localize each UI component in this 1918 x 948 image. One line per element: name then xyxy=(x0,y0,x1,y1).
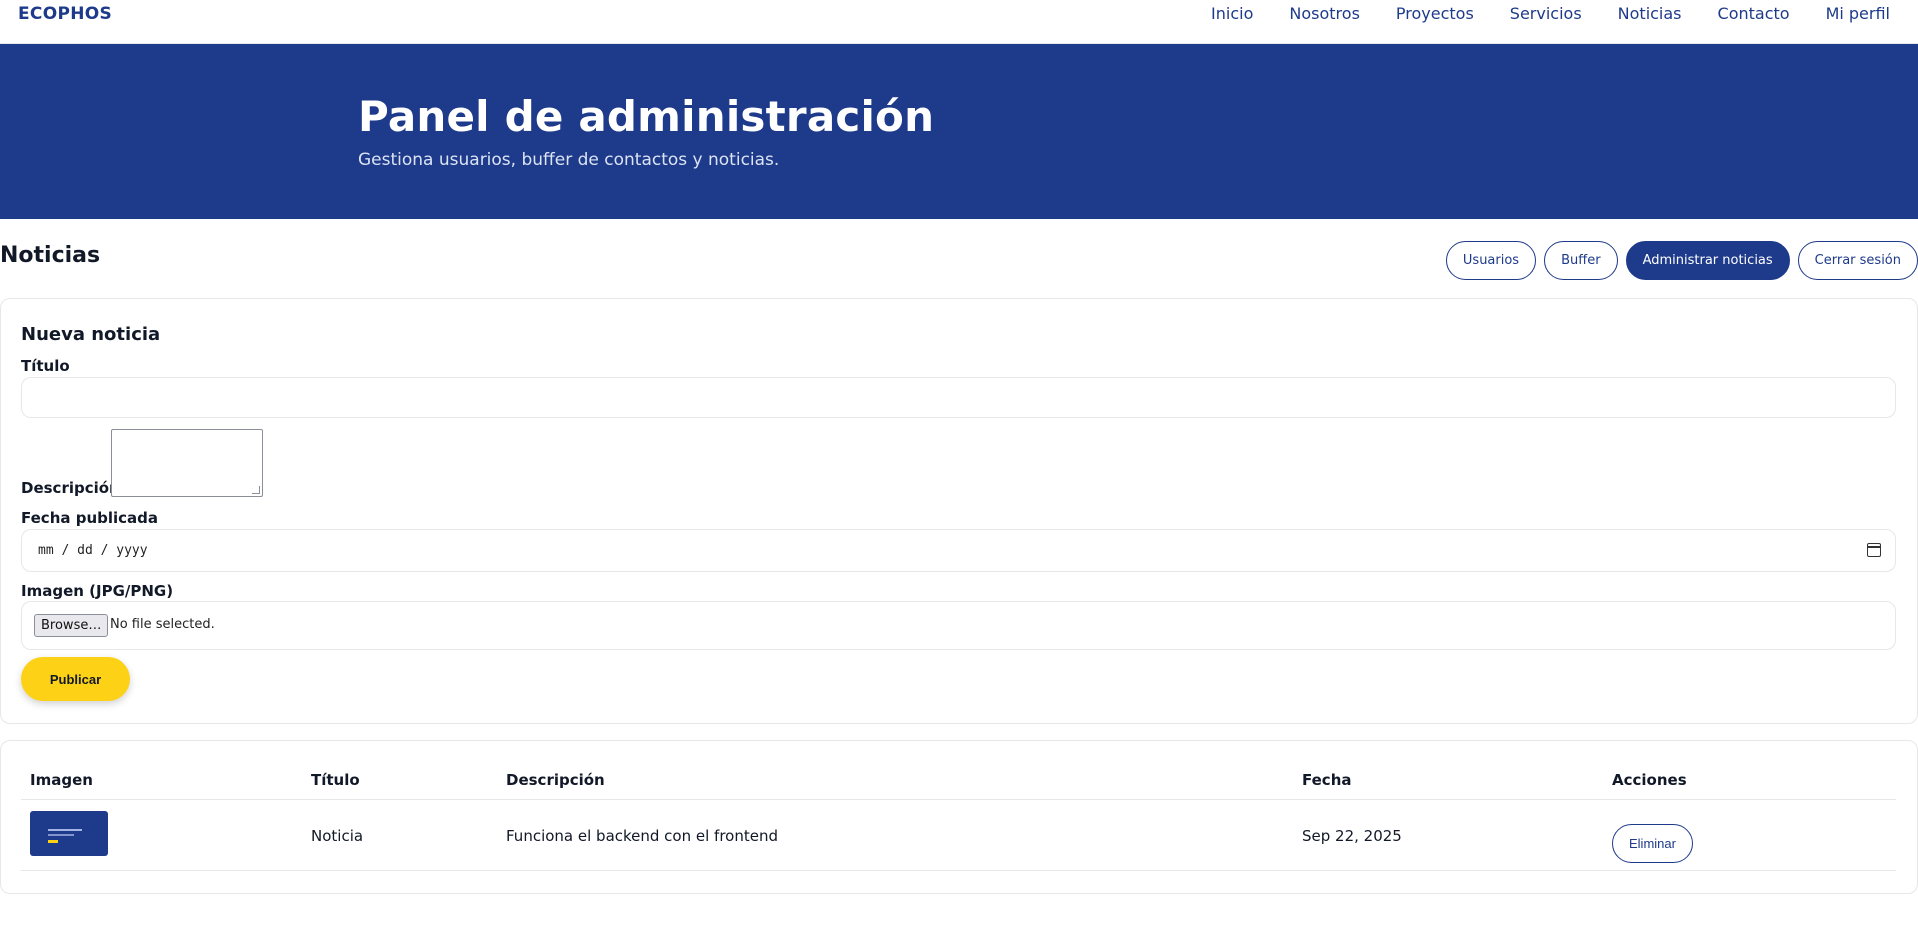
header-descripcion: Descripción xyxy=(506,771,605,789)
resize-handle-icon[interactable] xyxy=(252,486,260,494)
delete-button[interactable]: Eliminar xyxy=(1612,824,1693,863)
nav-link-inicio[interactable]: Inicio xyxy=(1211,4,1253,23)
header-imagen: Imagen xyxy=(30,771,93,789)
header-acciones: Acciones xyxy=(1612,771,1687,789)
brand-logo[interactable]: ECOPHOS xyxy=(18,4,112,24)
image-label: Imagen (JPG/PNG) xyxy=(21,582,174,600)
table-header: Imagen Título Descripción Fecha Acciones xyxy=(21,771,1896,800)
nav-link-noticias[interactable]: Noticias xyxy=(1618,4,1682,23)
table-row: Noticia Funciona el backend con el front… xyxy=(21,801,1896,871)
description-label: Descripción xyxy=(21,479,120,497)
nav-link-servicios[interactable]: Servicios xyxy=(1510,4,1582,23)
page-title: Panel de administración xyxy=(358,92,935,141)
nav-link-nosotros[interactable]: Nosotros xyxy=(1289,4,1360,23)
browse-button[interactable]: Browse… xyxy=(34,614,109,637)
news-table: Imagen Título Descripción Fecha Acciones… xyxy=(0,740,1918,894)
title-input[interactable] xyxy=(21,377,1896,418)
publish-button[interactable]: Publicar xyxy=(21,657,130,701)
header-fecha: Fecha xyxy=(1302,771,1352,789)
file-status: No file selected. xyxy=(110,617,215,632)
row-description: Funciona el backend con el frontend xyxy=(506,827,778,845)
form-heading: Nueva noticia xyxy=(21,324,161,345)
news-thumbnail xyxy=(30,811,108,856)
date-input[interactable]: mm / dd / yyyy xyxy=(21,529,1896,572)
title-label: Título xyxy=(21,357,70,375)
nav-link-mi-perfil[interactable]: Mi perfil xyxy=(1826,4,1890,23)
date-label: Fecha publicada xyxy=(21,509,159,527)
hero-banner: Panel de administración Gestiona usuario… xyxy=(0,44,1918,219)
tab-administrar-noticias[interactable]: Administrar noticias xyxy=(1625,241,1790,280)
date-placeholder: mm / dd / yyyy xyxy=(38,543,148,558)
section-title: Noticias xyxy=(0,243,101,268)
image-file-input[interactable]: Browse… No file selected. xyxy=(21,601,1896,650)
header-titulo: Título xyxy=(311,771,360,789)
description-textarea[interactable] xyxy=(111,429,263,497)
nav-link-contacto[interactable]: Contacto xyxy=(1718,4,1790,23)
tab-buffer[interactable]: Buffer xyxy=(1544,241,1618,280)
admin-tabs: Usuarios Buffer Administrar noticias Cer… xyxy=(1445,241,1918,280)
new-news-form: Nueva noticia Título Descripción Fecha p… xyxy=(0,298,1918,724)
row-title: Noticia xyxy=(311,827,364,845)
page-subtitle: Gestiona usuarios, buffer de contactos y… xyxy=(358,150,780,170)
top-navbar: ECOPHOS Inicio Nosotros Proyectos Servic… xyxy=(0,0,1918,44)
row-date: Sep 22, 2025 xyxy=(1302,827,1402,845)
nav-links: Inicio Nosotros Proyectos Servicios Noti… xyxy=(1175,4,1890,23)
tab-usuarios[interactable]: Usuarios xyxy=(1445,241,1537,280)
nav-link-proyectos[interactable]: Proyectos xyxy=(1396,4,1474,23)
logout-button[interactable]: Cerrar sesión xyxy=(1797,241,1918,280)
calendar-icon[interactable] xyxy=(1867,543,1881,557)
